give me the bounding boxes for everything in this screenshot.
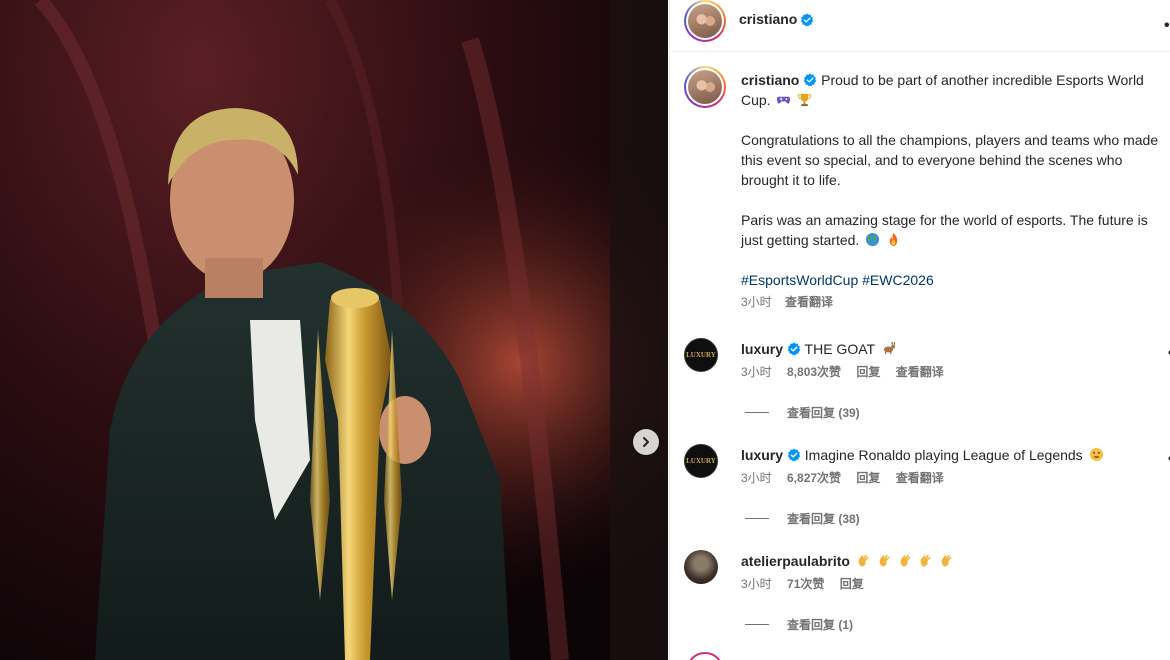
post-header: cristiano •	[670, 0, 1170, 52]
trophy-icon	[798, 93, 812, 107]
reply-button[interactable]: 回复	[856, 471, 880, 485]
view-replies-button[interactable]: 查看回复 (1)	[745, 616, 853, 633]
goat-icon	[883, 342, 895, 355]
caption-time: 3小时	[741, 295, 772, 309]
comment-time: 3小时	[741, 577, 772, 591]
view-replies-button[interactable]: 查看回复 (39)	[745, 404, 860, 421]
fire-icon	[889, 232, 898, 247]
caption-author-avatar[interactable]	[684, 66, 726, 108]
verified-badge-icon	[804, 73, 817, 87]
caption-text-2: Congratulations to all the champions, pl…	[741, 132, 1159, 188]
reply-button[interactable]: 回复	[856, 365, 880, 379]
chevron-right-icon	[643, 437, 649, 447]
comment-likes[interactable]: 6,827次赞	[787, 471, 841, 485]
next-comment-avatar[interactable]	[686, 652, 724, 660]
clapping-hands-icons	[854, 553, 955, 569]
author-username[interactable]: cristiano	[739, 11, 797, 27]
commenter-username[interactable]: luxury	[741, 447, 783, 463]
comment-time: 3小时	[741, 365, 772, 379]
verified-badge-icon	[787, 342, 801, 356]
view-replies-button[interactable]: 查看回复 (38)	[745, 510, 860, 527]
heart-eyes-icon	[1089, 447, 1103, 462]
caption-username[interactable]: cristiano	[741, 72, 799, 88]
more-options-icon[interactable]: •	[1164, 17, 1170, 35]
next-photo-button[interactable]	[633, 429, 659, 455]
hashtags: #EsportsWorldCup #EWC2026	[741, 270, 1166, 290]
reply-button[interactable]: 回复	[840, 577, 864, 591]
verified-badge-icon	[787, 448, 801, 462]
post-details-panel: cristiano • cristiano Proud to be part o…	[669, 0, 1170, 660]
hashtag-link[interactable]: #EsportsWorldCup	[741, 272, 858, 288]
comment-text: Imagine Ronaldo playing League of Legend…	[804, 447, 1083, 463]
globe-icon	[866, 232, 880, 247]
commenter-username[interactable]: luxury	[741, 341, 783, 357]
commenter-avatar[interactable]: LUXURY	[684, 338, 718, 372]
game-controller-icon	[777, 96, 791, 104]
comment-likes[interactable]: 8,803次赞	[787, 365, 841, 379]
commenter-avatar[interactable]	[684, 550, 718, 584]
see-translation-link[interactable]: 查看翻译	[785, 295, 833, 309]
post-photo	[0, 0, 668, 660]
caption-text-3: Paris was an amazing stage for the world…	[741, 212, 1148, 248]
comment-text: THE GOAT	[804, 341, 875, 357]
commenter-avatar[interactable]: LUXURY	[684, 444, 718, 478]
caption-meta: 3小时 查看翻译	[741, 294, 1166, 310]
hashtag-link[interactable]: #EWC2026	[862, 272, 934, 288]
post-media	[0, 0, 668, 660]
comment-likes[interactable]: 71次赞	[787, 577, 824, 591]
comment-time: 3小时	[741, 471, 772, 485]
author-avatar[interactable]	[684, 0, 726, 42]
see-translation-link[interactable]: 查看翻译	[896, 365, 944, 379]
verified-badge-icon	[800, 13, 814, 27]
commenter-username[interactable]: atelierpaulabrito	[741, 553, 850, 569]
post-caption: cristiano Proud to be part of another in…	[741, 70, 1166, 310]
see-translation-link[interactable]: 查看翻译	[896, 471, 944, 485]
